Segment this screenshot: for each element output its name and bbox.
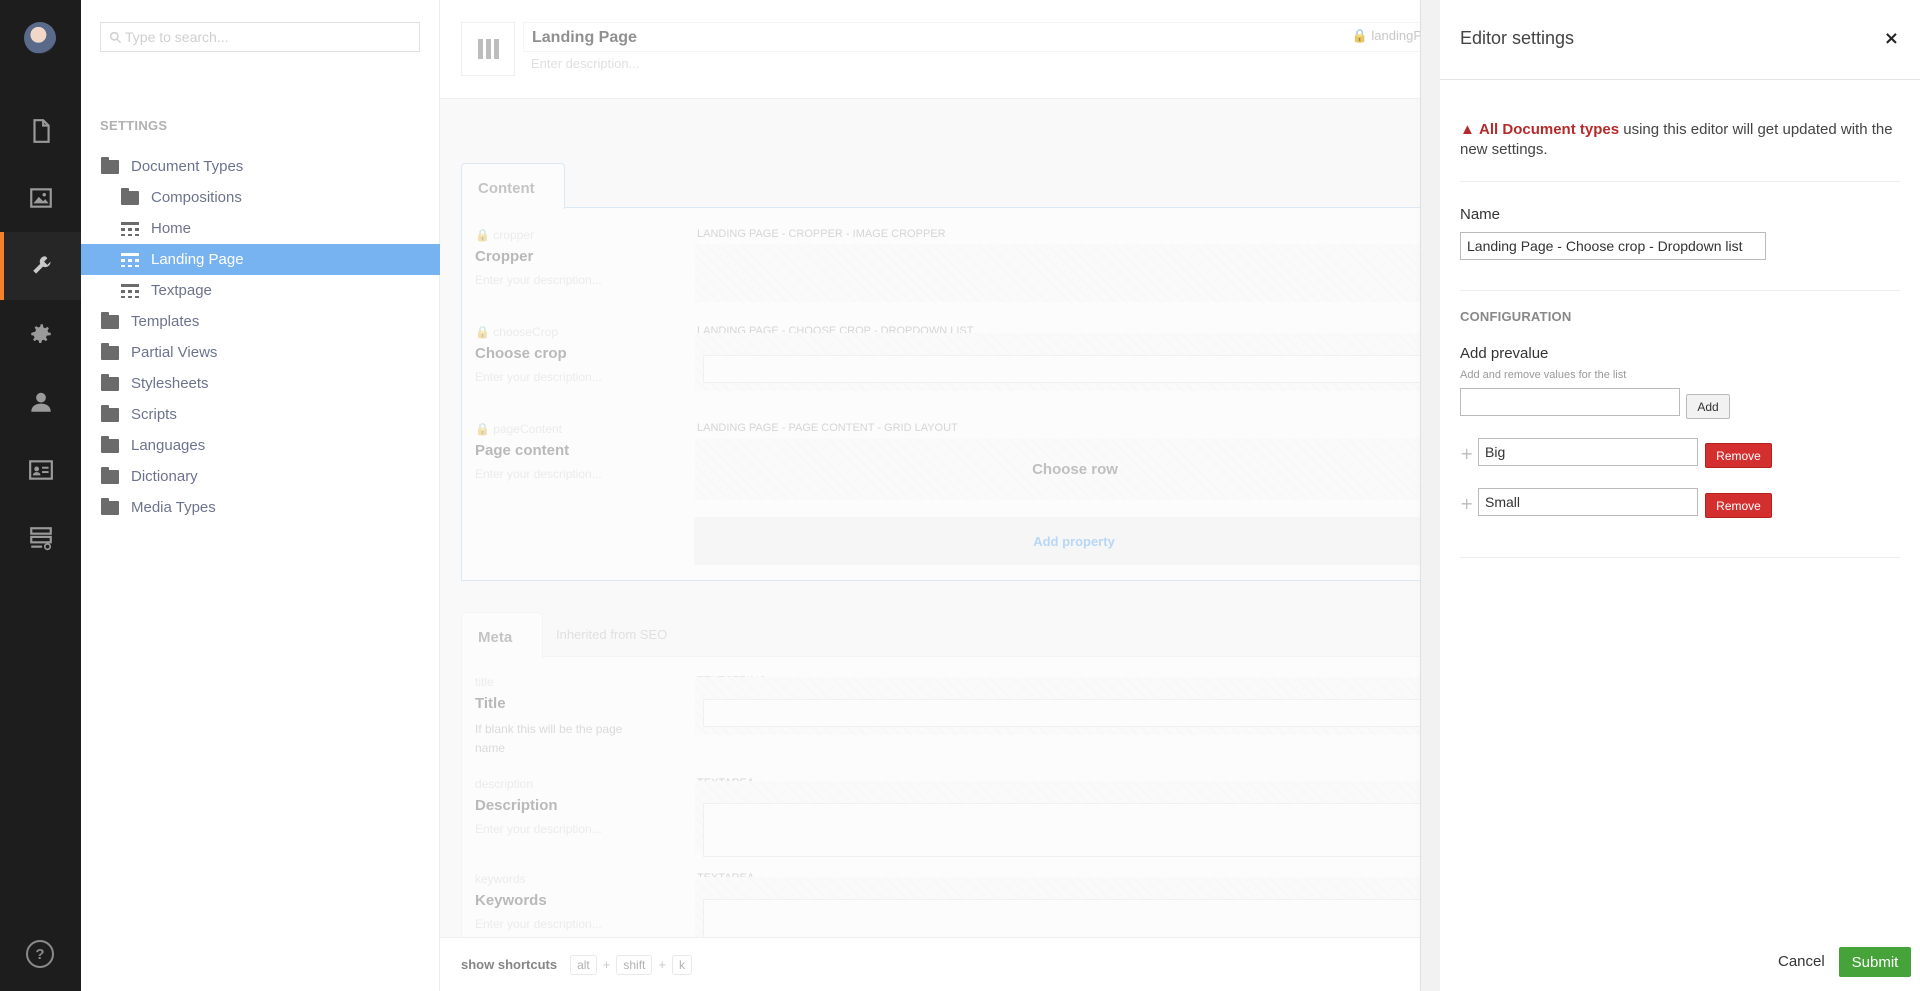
nav-media[interactable] (0, 164, 81, 232)
main-nav-rail: ? (0, 0, 81, 991)
media-icon (29, 188, 52, 208)
prevalue-row: + Remove (1460, 488, 1920, 520)
divider (1460, 181, 1900, 182)
prevalue-label: Add prevalue (1460, 345, 1549, 362)
help-glyph: ? (35, 945, 45, 963)
help-icon[interactable]: ? (26, 940, 54, 968)
remove-prevalue-button[interactable]: Remove (1705, 443, 1772, 468)
divider (1460, 557, 1900, 558)
modal-overlay[interactable] (81, 0, 1439, 991)
user-icon (30, 392, 51, 412)
member-card-icon (28, 460, 53, 480)
settings-wrench-icon (32, 256, 51, 274)
forms-icon (29, 527, 52, 551)
update-warning: ▲ All Document types using this editor w… (1460, 120, 1900, 160)
prevalue-input[interactable] (1478, 488, 1698, 516)
configuration-heading: CONFIGURATION (1460, 309, 1572, 324)
gear-icon (30, 324, 51, 343)
prevalue-row: + Remove (1460, 438, 1920, 470)
submit-button[interactable]: Submit (1839, 947, 1911, 977)
user-avatar[interactable] (24, 22, 56, 54)
editor-settings-panel: Editor settings × ▲ All Document types u… (1420, 0, 1920, 991)
warning-icon: ▲ (1460, 121, 1475, 138)
prevalue-hint: Add and remove values for the list (1460, 369, 1627, 381)
nav-settings[interactable] (0, 232, 81, 300)
cancel-button[interactable]: Cancel (1778, 953, 1825, 970)
nav-content[interactable] (0, 97, 81, 165)
panel-title: Editor settings (1460, 28, 1575, 48)
divider (1460, 290, 1900, 291)
drag-handle-icon[interactable]: + (1460, 446, 1473, 462)
remove-prevalue-button[interactable]: Remove (1705, 493, 1772, 518)
panel-edge (1420, 0, 1440, 991)
document-icon (32, 119, 50, 143)
new-prevalue-input[interactable] (1460, 388, 1680, 416)
panel-header: Editor settings × (1440, 0, 1920, 80)
name-label: Name (1460, 206, 1501, 223)
editor-name-input[interactable] (1460, 232, 1766, 260)
nav-users[interactable] (0, 368, 81, 436)
warning-strong: All Document types (1479, 121, 1620, 138)
add-prevalue-button[interactable]: Add (1686, 394, 1730, 419)
close-icon[interactable]: × (1884, 28, 1899, 49)
nav-forms[interactable] (0, 504, 81, 572)
nav-members[interactable] (0, 436, 81, 504)
prevalue-input[interactable] (1478, 438, 1698, 466)
nav-developer[interactable] (0, 300, 81, 368)
drag-handle-icon[interactable]: + (1460, 496, 1473, 512)
